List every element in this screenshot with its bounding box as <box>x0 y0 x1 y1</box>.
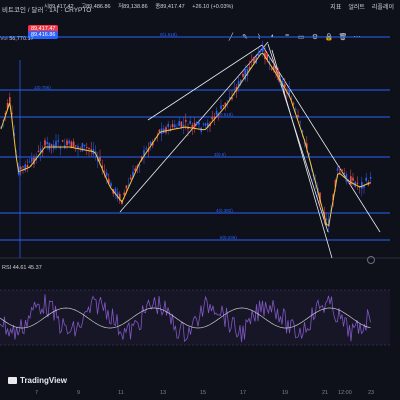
candle-body <box>158 129 161 133</box>
candle-body <box>211 117 213 120</box>
candle-body <box>220 105 222 110</box>
candle-body <box>48 142 51 150</box>
candle-body <box>275 69 277 71</box>
candle-body <box>44 140 46 146</box>
candles <box>0 40 372 234</box>
candle-body <box>198 122 200 125</box>
candle-body <box>350 176 352 186</box>
candle-body <box>343 172 345 175</box>
candle-body <box>185 120 187 122</box>
candle-body <box>171 124 174 128</box>
time-tick-label: 17 <box>240 390 247 396</box>
fib-level-label: 2(0.618) <box>216 112 233 117</box>
candle-body <box>325 218 328 220</box>
candle-body <box>42 151 44 153</box>
candle-body <box>257 52 260 56</box>
candle-body <box>24 164 26 171</box>
candle-body <box>187 127 189 129</box>
candle-body <box>182 124 185 127</box>
candle-body <box>31 158 33 162</box>
candle-body <box>341 169 343 172</box>
price-chart[interactable] <box>0 0 400 400</box>
candle-body <box>105 172 108 176</box>
candle-body <box>222 104 224 107</box>
time-tick-label: 19 <box>282 390 289 396</box>
candle-body <box>50 144 53 146</box>
time-tick-label: 12:00 <box>338 390 352 396</box>
time-tick-label: 7 <box>35 390 39 396</box>
time-tick-label: 15 <box>200 390 207 396</box>
candle-body <box>165 127 167 133</box>
candle-body <box>26 165 29 168</box>
trend-line[interactable] <box>147 44 263 121</box>
candle-body <box>262 46 264 52</box>
candle-body <box>174 124 176 128</box>
candle-body <box>242 73 244 77</box>
candle-body <box>299 121 301 123</box>
candle-body <box>57 140 59 142</box>
candle-body <box>339 171 341 173</box>
time-tick-label: 13 <box>160 390 167 396</box>
time-tick-label: 21 <box>322 390 329 396</box>
candle-body <box>72 141 75 147</box>
candle-body <box>189 120 191 124</box>
candle-body <box>130 177 132 180</box>
fib-level-label: 4(0.382) <box>216 208 233 213</box>
candle-body <box>83 144 86 146</box>
time-axis[interactable]: 7 9 11 13 15 17 19 21 12:00 23 <box>0 389 400 400</box>
time-tick-label: 9 <box>77 390 81 396</box>
trend-line[interactable] <box>267 43 329 233</box>
candle-body <box>251 60 253 62</box>
candle-body <box>352 177 354 181</box>
time-tick-label: 23 <box>368 390 375 396</box>
tradingview-logo-icon <box>8 377 17 384</box>
trend-channel[interactable] <box>119 41 381 259</box>
candle-body <box>37 151 40 152</box>
candle-body <box>233 89 235 91</box>
candle-body <box>270 68 273 70</box>
candle-body <box>178 121 180 127</box>
candle-body <box>336 168 339 171</box>
candle-body <box>86 147 88 148</box>
gear-icon[interactable] <box>367 256 375 264</box>
candle-body <box>61 140 64 142</box>
candle-body <box>75 145 77 147</box>
candle-body <box>191 124 194 128</box>
candle-body <box>110 183 112 187</box>
candle-body <box>9 97 11 103</box>
fib-level-label: 5(0.236) <box>220 235 237 240</box>
candle-body <box>196 121 198 125</box>
candle-body <box>66 140 68 145</box>
candle-body <box>125 185 128 189</box>
candle-body <box>193 122 196 128</box>
candle-body <box>369 176 372 179</box>
candle-body <box>204 123 207 126</box>
candle-body <box>180 121 183 127</box>
candle-body <box>292 103 295 105</box>
fib-level-label: 3(0.5) <box>214 152 226 157</box>
candle-body <box>167 123 169 127</box>
candle-body <box>22 166 24 168</box>
candle-body <box>99 157 101 162</box>
candle-body <box>28 161 31 163</box>
time-tick-label: 11 <box>118 390 124 396</box>
candle-body <box>297 115 299 118</box>
candle-body <box>145 148 147 150</box>
candle-body <box>365 177 367 181</box>
candle-body <box>345 174 348 182</box>
candle-body <box>46 142 48 144</box>
fib-level-label: 1(0.786) <box>34 85 51 90</box>
fib-level-label: 0(1.618) <box>160 32 177 37</box>
candle-body <box>361 182 363 189</box>
brand-logo: TradingView <box>8 376 67 385</box>
candle-body <box>356 182 359 184</box>
candle-body <box>295 108 297 110</box>
candle-body <box>88 148 90 150</box>
candle-body <box>202 123 205 125</box>
oscillator-label: RSI 44.61 45.37 <box>2 265 42 271</box>
candle-body <box>68 140 70 144</box>
candle-body <box>259 49 262 52</box>
candle-body <box>123 192 125 195</box>
